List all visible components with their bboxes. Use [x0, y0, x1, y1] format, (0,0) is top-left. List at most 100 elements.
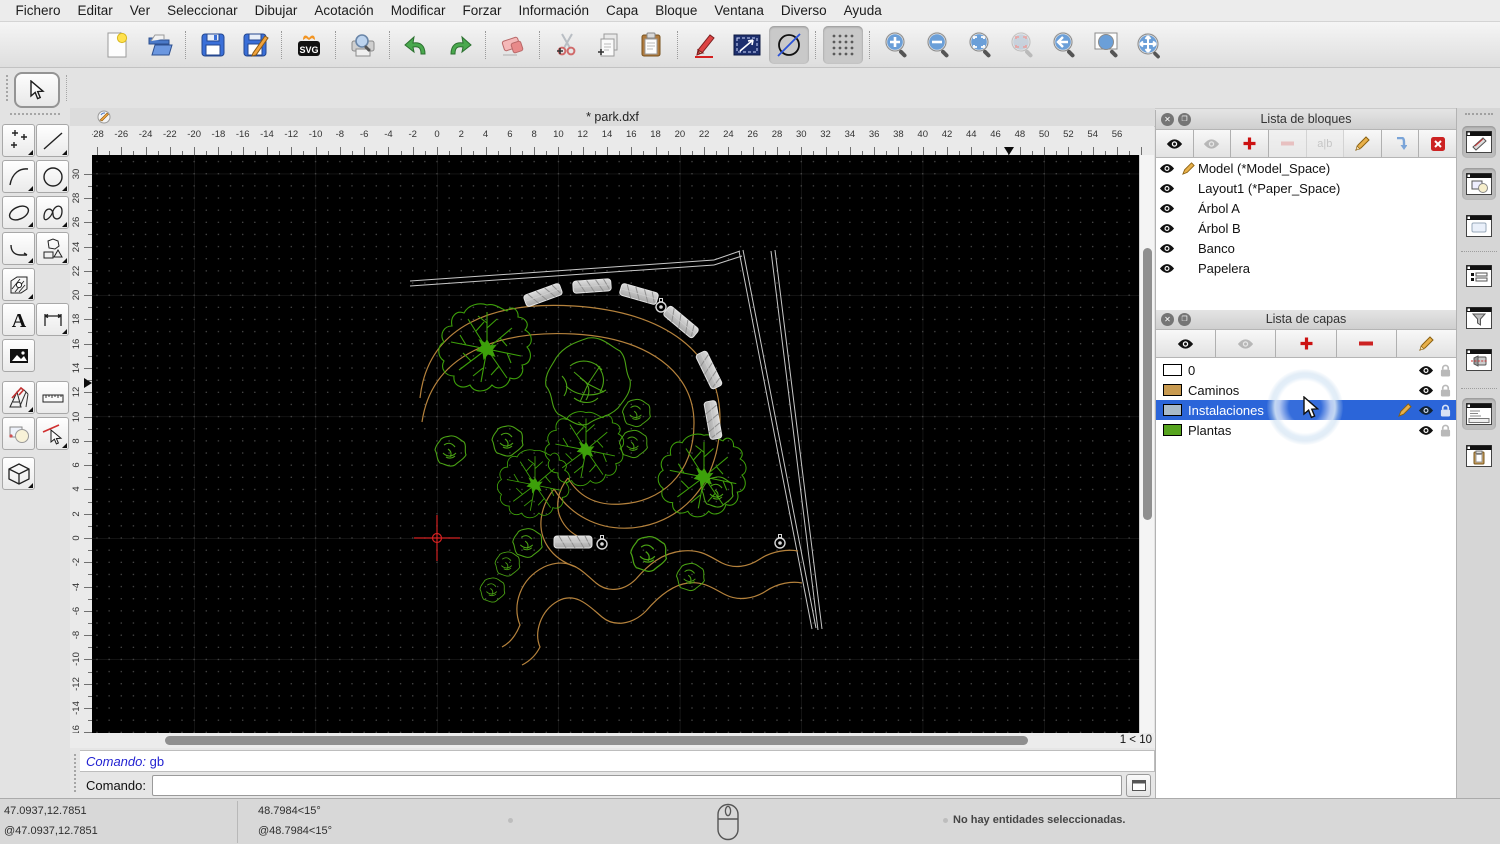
block-label[interactable]: Model (*Model_Space) [1198, 161, 1330, 176]
add-layer-button[interactable] [1276, 330, 1337, 357]
pan-button[interactable] [1129, 26, 1169, 64]
console-detach-button[interactable] [1126, 774, 1151, 797]
dock-drag-handle[interactable] [1465, 113, 1493, 115]
layer-edit-pencil-icon[interactable] [1398, 403, 1412, 417]
grid-toggle-button[interactable] [823, 25, 863, 64]
zoom-window-button[interactable] [1087, 26, 1127, 64]
svg-export-button[interactable]: SVG [289, 26, 329, 64]
dimension-tool[interactable] [36, 303, 69, 336]
visibility-eye-icon[interactable] [1156, 203, 1178, 214]
layer-visibility-icon[interactable] [1418, 365, 1434, 376]
selection-pointer-button[interactable] [14, 72, 60, 108]
layer-row-caminos[interactable]: Caminos [1156, 380, 1456, 400]
print-preview-button[interactable] [343, 26, 383, 64]
block-label[interactable]: Papelera [1198, 261, 1250, 276]
block-row-arbol-b[interactable]: Árbol B [1156, 218, 1456, 238]
pen-button[interactable] [685, 26, 725, 64]
insert-block-button[interactable] [1381, 130, 1420, 157]
block-row-banco[interactable]: Banco [1156, 238, 1456, 258]
zoom-out-button[interactable] [919, 26, 959, 64]
menu-informacion[interactable]: Información [510, 0, 598, 22]
circle-tool[interactable] [36, 160, 69, 193]
command-input[interactable] [151, 775, 1122, 796]
horizontal-scrollbar[interactable]: 1 < 10 [70, 733, 1155, 748]
block-label[interactable]: Banco [1198, 241, 1235, 256]
visibility-eye-icon[interactable] [1156, 263, 1178, 274]
hatch-tool[interactable] [2, 268, 35, 301]
circle-line-tool-button[interactable] [769, 25, 809, 64]
layer-row-instalaciones[interactable]: Instalaciones [1156, 400, 1456, 420]
hide-all-blocks-button[interactable] [1193, 130, 1232, 157]
ellipse-tool[interactable] [2, 196, 35, 229]
toggle-clipboard-widget-button[interactable] [1462, 440, 1496, 472]
toggle-selection-filter-button[interactable] [1462, 302, 1496, 334]
select-window-tool[interactable] [2, 417, 35, 450]
block-row-model[interactable]: Model (*Model_Space) [1156, 158, 1456, 178]
layer-visibility-icon[interactable] [1418, 385, 1434, 396]
remove-layer-button[interactable] [1336, 330, 1397, 357]
menu-ver[interactable]: Ver [121, 0, 158, 22]
menu-ventana[interactable]: Ventana [706, 0, 773, 22]
layer-visibility-icon[interactable] [1418, 425, 1434, 436]
undo-button[interactable] [397, 26, 437, 64]
arc-tool[interactable] [2, 160, 35, 193]
save-button[interactable] [193, 26, 233, 64]
copy-button[interactable] [589, 26, 629, 64]
modify-tool[interactable] [2, 381, 35, 414]
layer-name[interactable]: Plantas [1188, 423, 1231, 438]
3d-box-tool[interactable] [2, 457, 35, 490]
undock-icon[interactable]: ❐ [1178, 113, 1191, 126]
block-label[interactable]: Árbol B [1198, 221, 1241, 236]
visibility-eye-icon[interactable] [1156, 183, 1178, 194]
zoom-previous-button[interactable] [1045, 26, 1085, 64]
hide-all-layers-button[interactable] [1216, 330, 1277, 357]
block-row-layout1[interactable]: Layout1 (*Paper_Space) [1156, 178, 1456, 198]
spline-tool[interactable] [36, 196, 69, 229]
toggle-library-browser-button[interactable] [1462, 210, 1496, 242]
menu-bloque[interactable]: Bloque [647, 0, 706, 22]
close-icon[interactable]: ✕ [1161, 313, 1174, 326]
layer-name[interactable]: 0 [1188, 363, 1195, 378]
layer-lock-icon[interactable] [1440, 424, 1451, 437]
polygon-tool[interactable] [36, 232, 69, 265]
menu-diverso[interactable]: Diverso [772, 0, 835, 22]
paste-button[interactable] [631, 26, 671, 64]
menu-editar[interactable]: Editar [69, 0, 121, 22]
horizontal-scrollbar-thumb[interactable] [165, 736, 1028, 745]
zoom-auto-button[interactable] [961, 26, 1001, 64]
points-tool[interactable] [2, 124, 35, 157]
layer-color-swatch[interactable] [1163, 404, 1182, 416]
text-tool[interactable]: A [2, 303, 35, 336]
vertical-scrollbar[interactable] [1139, 155, 1154, 733]
layer-name[interactable]: Instalaciones [1188, 403, 1264, 418]
new-document-button[interactable] [97, 26, 137, 64]
layer-lock-icon[interactable] [1440, 404, 1451, 417]
toolbar-drag-handle[interactable] [6, 75, 11, 101]
deselect-tool[interactable] [36, 417, 69, 450]
zoom-in-button[interactable] [877, 26, 917, 64]
menu-modificar[interactable]: Modificar [382, 0, 454, 22]
edit-layer-button[interactable] [1396, 330, 1457, 357]
layer-name[interactable]: Caminos [1188, 383, 1239, 398]
block-row-papelera[interactable]: Papelera [1156, 258, 1456, 278]
show-all-blocks-button[interactable] [1156, 130, 1194, 157]
palette-drag-handle[interactable] [10, 113, 60, 118]
toggle-layer-list-button[interactable] [1462, 168, 1496, 200]
delete-block-button[interactable] [1419, 130, 1456, 157]
toggle-plot-preview-button[interactable] [1462, 344, 1496, 376]
menu-capa[interactable]: Capa [598, 0, 647, 22]
menu-dibujar[interactable]: Dibujar [246, 0, 306, 22]
image-tool[interactable] [2, 339, 35, 372]
visibility-eye-icon[interactable] [1156, 163, 1178, 174]
close-icon[interactable]: ✕ [1161, 113, 1174, 126]
layer-color-swatch[interactable] [1163, 384, 1182, 396]
layer-color-swatch[interactable] [1163, 364, 1182, 376]
save-as-button[interactable] [235, 26, 275, 64]
visibility-eye-icon[interactable] [1156, 223, 1178, 234]
add-block-button[interactable] [1231, 130, 1269, 157]
menu-forzar[interactable]: Forzar [454, 0, 510, 22]
show-all-layers-button[interactable] [1156, 330, 1217, 357]
block-label[interactable]: Árbol A [1198, 201, 1240, 216]
layer-row-plantas[interactable]: Plantas [1156, 420, 1456, 440]
polyline-tool[interactable] [2, 232, 35, 265]
